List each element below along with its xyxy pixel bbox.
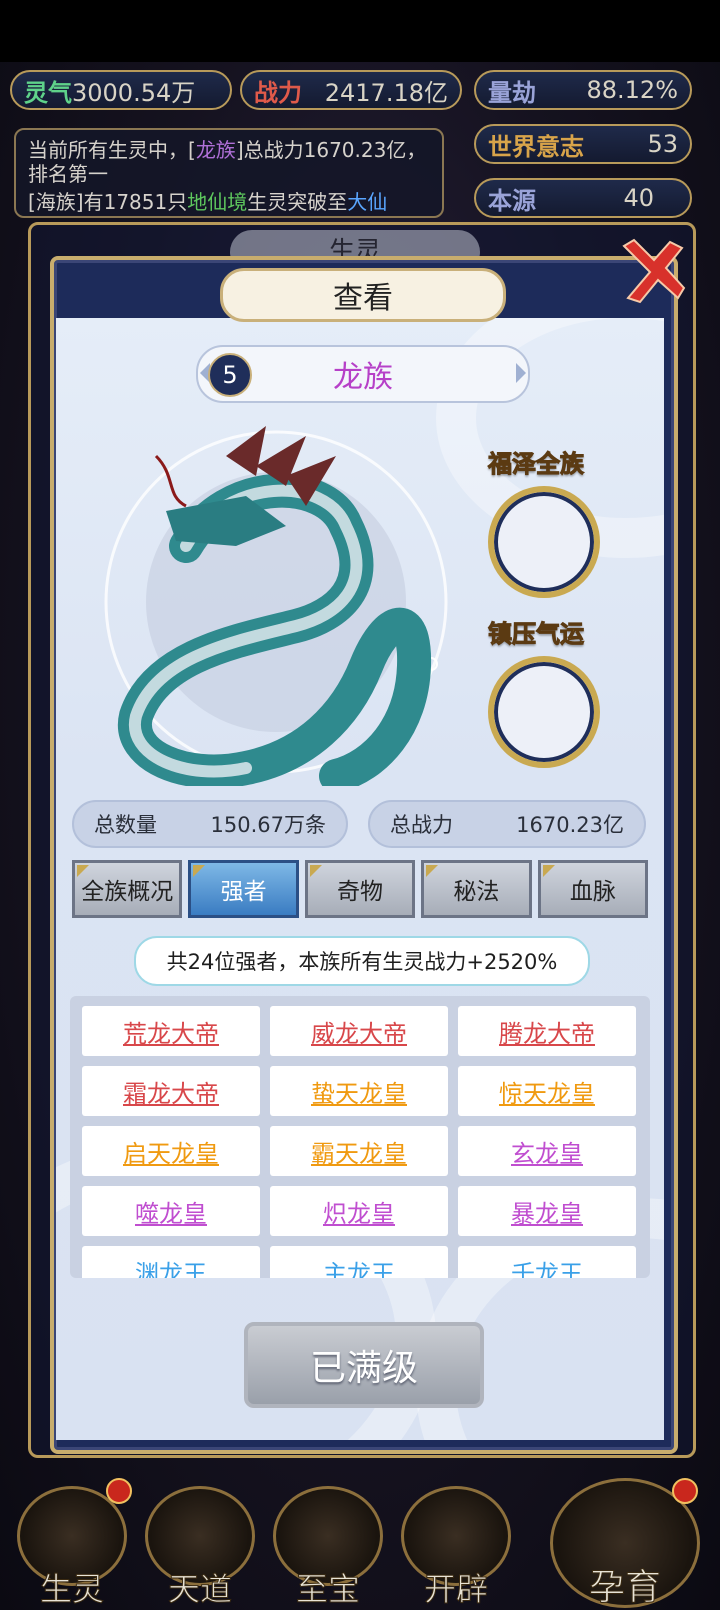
strongman-item[interactable]: 威龙大帝 [270,1006,448,1056]
dialog-title: 查看 [220,268,506,322]
next-arrow-icon[interactable] [516,363,526,383]
strongman-item[interactable]: 炽龙皇 [270,1186,448,1236]
notification-dot [106,1478,132,1504]
strongman-item[interactable]: 荒龙大帝 [82,1006,260,1056]
zhenya-slot[interactable] [488,656,600,768]
strongman-item[interactable]: 启天龙皇 [82,1126,260,1176]
strongman-item[interactable]: 蛰天龙皇 [270,1066,448,1116]
benyuan-stat[interactable]: 本源 40 [474,178,692,218]
lingqi-stat: 灵气 3000.54万 [10,70,232,110]
strongman-item[interactable]: 腾龙大帝 [458,1006,636,1056]
dragon-portrait [104,426,448,786]
nav-kaipi[interactable]: 开辟 [398,1486,514,1610]
strongman-item[interactable]: 玄龙皇 [458,1126,636,1176]
nav-label: 孕育 [588,1567,661,1609]
shijie-stat[interactable]: 世界意志 53 [474,124,692,164]
tab-secret-arts[interactable]: 秘法 [421,860,532,918]
total-count-stat: 总数量 150.67万条 [72,800,348,848]
news-realm: 大仙 [347,190,388,214]
tab-bloodline[interactable]: 血脉 [537,860,649,918]
fuze-slot[interactable] [488,486,600,598]
strongman-item[interactable]: 霜龙大帝 [82,1066,260,1116]
nav-tiandao[interactable]: 天道 [142,1486,258,1610]
benyuan-value: 40 [623,184,654,212]
strongman-item[interactable]: 渊龙王 [82,1246,260,1278]
total-power-stat: 总战力 1670.23亿 [368,800,646,848]
strongmen-list[interactable]: 荒龙大帝 威龙大帝 腾龙大帝霜龙大帝 蛰天龙皇 惊天龙皇启天龙皇 霸天龙皇 玄龙皇噬龙皇 炽龙… [70,996,650,1278]
tab-bar: 全族概况 强者 奇物 秘法 血脉 [72,860,649,920]
strongman-item[interactable]: 霸天龙皇 [270,1126,448,1176]
strongman-item[interactable]: 噬龙皇 [82,1186,260,1236]
nav-label: 生灵 [39,1570,104,1609]
total-count-value: 150.67万条 [210,813,326,837]
nav-label: 至宝 [295,1570,360,1609]
status-bar [0,0,720,62]
strongman-item[interactable]: 暴龙皇 [458,1186,636,1236]
tab-label: 全族概况 [81,879,174,905]
total-power-label: 总战力 [390,813,453,837]
liangjie-value: 88.12% [586,76,678,104]
race-name: 龙族 [333,360,393,395]
zhenya-label: 镇压气运 [488,619,585,649]
nav-shengling[interactable]: 生灵 [14,1486,130,1610]
max-level-button[interactable]: 已满级 [244,1322,484,1408]
liangjie-label: 量劫 [488,77,536,107]
lingqi-label: 灵气 [24,77,72,107]
news-realm: 地仙境 [187,190,248,214]
news-text: [海族]有17851只 [28,190,188,214]
news-text: 生灵突破至 [247,190,348,214]
total-count-label: 总数量 [94,813,157,837]
race-level-badge: 5 [208,353,252,397]
zhanli-label: 战力 [254,77,302,107]
nav-label: 天道 [167,1570,232,1609]
tab-label: 血脉 [569,879,616,905]
shijie-label: 世界意志 [488,131,584,161]
race-selector[interactable]: 5 龙族 [196,345,530,403]
strongmen-grid: 荒龙大帝 威龙大帝 腾龙大帝霜龙大帝 蛰天龙皇 惊天龙皇启天龙皇 霸天龙皇 玄龙皇噬龙皇 炽龙… [82,1006,638,1278]
zhanli-stat: 战力 2417.18亿 [240,70,462,110]
liangjie-stat[interactable]: 量劫 88.12% [474,70,692,110]
tab-label: 强者 [220,879,267,905]
strongman-item[interactable]: 千龙王 [458,1246,636,1278]
nav-label: 开辟 [423,1570,488,1609]
tab-label: 秘法 [453,879,500,905]
total-power-value: 1670.23亿 [516,813,624,837]
strongmen-summary: 共24位强者，本族所有生灵战力+2520% [134,936,590,986]
zhanli-value: 2417.18亿 [324,78,448,107]
tab-treasures[interactable]: 奇物 [304,860,416,918]
fuze-label: 福泽全族 [488,449,585,479]
news-text: 当前所有生灵中，[ [28,138,196,162]
tab-label: 奇物 [337,879,384,905]
news-race: 龙族 [195,138,236,162]
strongman-item[interactable]: 惊天龙皇 [458,1066,636,1116]
nav-zhibao[interactable]: 至宝 [270,1486,386,1610]
bottom-nav: 生灵 天道 至宝 开辟 孕育 [0,1470,720,1610]
notification-dot [672,1478,698,1504]
close-icon[interactable] [616,236,688,304]
news-ticker: 当前所有生灵中，[龙族]总战力1670.23亿，排名第一 [海族]有17851只… [14,128,444,218]
lingqi-value: 3000.54万 [72,78,196,107]
tab-strongmen[interactable]: 强者 [188,860,299,918]
strongman-item[interactable]: 主龙王 [270,1246,448,1278]
tab-overview[interactable]: 全族概况 [72,860,183,918]
shijie-value: 53 [647,130,678,158]
benyuan-label: 本源 [488,185,536,215]
